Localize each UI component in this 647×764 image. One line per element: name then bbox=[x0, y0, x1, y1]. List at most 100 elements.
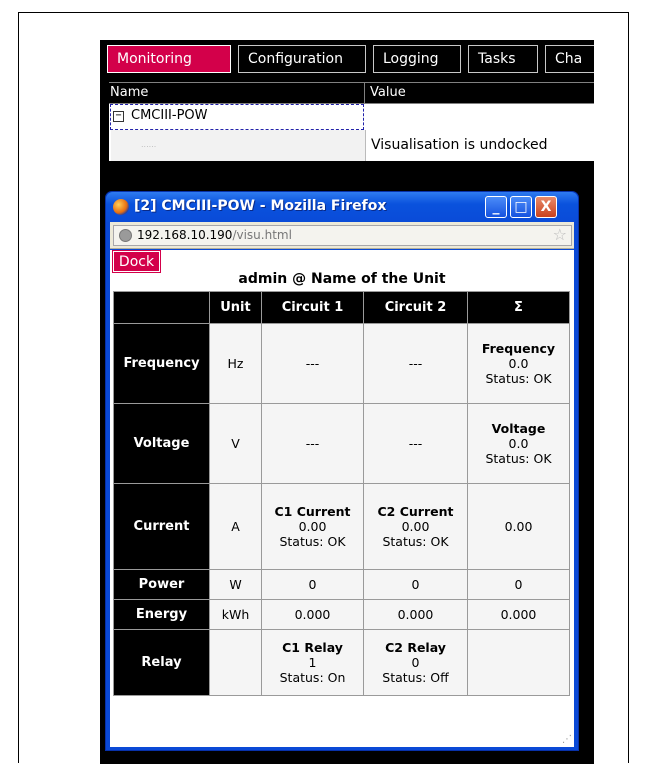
cell-value: 0.000 bbox=[500, 607, 537, 622]
value-cell: 0.000 bbox=[363, 599, 468, 630]
column-header-name[interactable]: Name bbox=[110, 85, 148, 100]
value-cell: C2 Relay 0 Status: Off bbox=[363, 629, 468, 696]
cell-value: 0 bbox=[308, 577, 317, 592]
value-cell bbox=[467, 629, 570, 696]
cell-value: 0.00 bbox=[298, 519, 327, 534]
cell-value: 0.00 bbox=[504, 519, 533, 534]
value-cell: Frequency 0.0 Status: OK bbox=[467, 323, 570, 404]
table-row: Voltage V --- --- Voltage 0.0 Status: OK bbox=[113, 403, 570, 484]
url-path: /visu.html bbox=[232, 228, 292, 242]
cell-value: --- bbox=[305, 356, 320, 371]
table-row: Frequency Hz --- --- Frequency 0.0 Status: OK bbox=[113, 323, 570, 404]
row-label: Frequency bbox=[113, 323, 210, 404]
cell-value: 0.000 bbox=[294, 607, 331, 622]
tab-tasks[interactable]: Tasks bbox=[468, 45, 538, 73]
tree-row-visualisation[interactable]: ...... Visualisation is undocked bbox=[109, 130, 594, 161]
unit-cell: V bbox=[209, 403, 262, 484]
tree-header: Name Value bbox=[109, 82, 594, 104]
unit-cell: W bbox=[209, 569, 262, 600]
value-cell: --- bbox=[261, 403, 364, 484]
resize-grip-icon[interactable]: ⋰ bbox=[562, 734, 572, 745]
maximize-button[interactable]: □ bbox=[510, 196, 532, 218]
window-title: [2] CMCIII-POW - Mozilla Firefox bbox=[134, 198, 387, 214]
header-circuit-2: Circuit 2 bbox=[363, 291, 468, 324]
cell-title: Frequency bbox=[481, 341, 556, 356]
table-row: Energy kWh 0.000 0.000 0.000 bbox=[113, 599, 570, 630]
cell-status: Status: OK bbox=[485, 451, 552, 466]
row-label: Energy bbox=[113, 599, 210, 630]
unit-cell: kWh bbox=[209, 599, 262, 630]
tab-monitoring[interactable]: Monitoring bbox=[107, 45, 231, 73]
collapse-icon[interactable]: − bbox=[113, 111, 124, 122]
tree-node-label: CMCIII-POW bbox=[131, 108, 208, 123]
cell-title: Voltage bbox=[491, 421, 546, 436]
window-title-bar[interactable]: [2] CMCIII-POW - Mozilla Firefox _ □ X bbox=[106, 192, 578, 222]
value-cell: 0.000 bbox=[261, 599, 364, 630]
value-cell: 0.000 bbox=[467, 599, 570, 630]
cmc-web-app: Monitoring Configuration Logging Tasks C… bbox=[100, 40, 594, 764]
tab-configuration[interactable]: Configuration bbox=[238, 45, 366, 73]
row-label: Voltage bbox=[113, 403, 210, 484]
unit-cell: Hz bbox=[209, 323, 262, 404]
figure-frame: Monitoring Configuration Logging Tasks C… bbox=[18, 12, 629, 764]
value-cell: 0 bbox=[261, 569, 364, 600]
tree-row-cmciii-pow[interactable]: − CMCIII-POW bbox=[109, 104, 594, 130]
cell-value: 0 bbox=[411, 577, 420, 592]
table-row: Relay C1 Relay 1 Status: On C2 Relay 0 Status:… bbox=[113, 629, 570, 696]
table-row: Power W 0 0 0 bbox=[113, 569, 570, 600]
value-cell: --- bbox=[363, 323, 468, 404]
url-field[interactable]: 192.168.10.190/visu.html ☆ bbox=[113, 225, 572, 246]
cell-status: Status: Off bbox=[382, 670, 449, 685]
firefox-icon bbox=[113, 199, 129, 215]
value-cell: --- bbox=[261, 323, 364, 404]
tab-bar: Monitoring Configuration Logging Tasks C… bbox=[100, 40, 594, 76]
site-identity-icon[interactable] bbox=[119, 229, 132, 242]
page-content: Dock admin @ Name of the Unit Unit Circu… bbox=[110, 250, 574, 747]
address-bar: 192.168.10.190/visu.html ☆ bbox=[110, 222, 574, 249]
tab-charts[interactable]: Cha bbox=[545, 45, 594, 73]
value-cell: 0.00 bbox=[467, 483, 570, 570]
value-cell: --- bbox=[363, 403, 468, 484]
firefox-popup-window[interactable]: [2] CMCIII-POW - Mozilla Firefox _ □ X 1… bbox=[105, 191, 579, 751]
column-divider[interactable] bbox=[364, 83, 365, 104]
column-header-value[interactable]: Value bbox=[370, 85, 406, 100]
tree-connector: ...... bbox=[141, 140, 157, 149]
cell-title: C2 Relay bbox=[385, 640, 446, 655]
cell-status: Status: On bbox=[279, 670, 346, 685]
dock-button[interactable]: Dock bbox=[112, 250, 161, 273]
url-host: 192.168.10.190 bbox=[137, 228, 233, 242]
cell-value: 0 bbox=[514, 577, 523, 592]
cell-title: C1 Relay bbox=[282, 640, 343, 655]
tab-logging[interactable]: Logging bbox=[373, 45, 461, 73]
cell-value: 1 bbox=[308, 655, 317, 670]
value-cell: 0 bbox=[363, 569, 468, 600]
cell-value: 0.0 bbox=[508, 356, 529, 371]
unit-heading: admin @ Name of the Unit bbox=[238, 271, 446, 287]
bookmark-star-icon[interactable]: ☆ bbox=[553, 225, 567, 244]
cell-value: 0.00 bbox=[401, 519, 430, 534]
header-unit: Unit bbox=[209, 291, 262, 324]
cell-value: 0 bbox=[411, 655, 420, 670]
close-button[interactable]: X bbox=[535, 196, 557, 218]
minimize-button[interactable]: _ bbox=[485, 196, 507, 218]
cell-value: 0.000 bbox=[397, 607, 434, 622]
cell-status: Status: OK bbox=[382, 534, 449, 549]
value-cell: C1 Relay 1 Status: On bbox=[261, 629, 364, 696]
header-sum: Σ bbox=[467, 291, 570, 324]
tree-child-value: Visualisation is undocked bbox=[371, 137, 548, 153]
header-blank bbox=[113, 291, 210, 324]
visualisation-table: Unit Circuit 1 Circuit 2 Σ Frequency Hz --… bbox=[113, 291, 570, 696]
tree-child-cell: ...... bbox=[111, 130, 366, 161]
url-text: 192.168.10.190/visu.html bbox=[137, 228, 292, 242]
cell-status: Status: OK bbox=[485, 371, 552, 386]
table-header-row: Unit Circuit 1 Circuit 2 Σ bbox=[113, 291, 570, 324]
column-divider bbox=[365, 130, 366, 161]
header-circuit-1: Circuit 1 bbox=[261, 291, 364, 324]
value-cell: Voltage 0.0 Status: OK bbox=[467, 403, 570, 484]
cell-value: 0.0 bbox=[508, 436, 529, 451]
cell-value: --- bbox=[305, 436, 320, 451]
unit-cell bbox=[209, 629, 262, 696]
row-label: Current bbox=[113, 483, 210, 570]
table-row: Current A C1 Current 0.00 Status: OK C2 Curre… bbox=[113, 483, 570, 570]
row-label: Power bbox=[113, 569, 210, 600]
